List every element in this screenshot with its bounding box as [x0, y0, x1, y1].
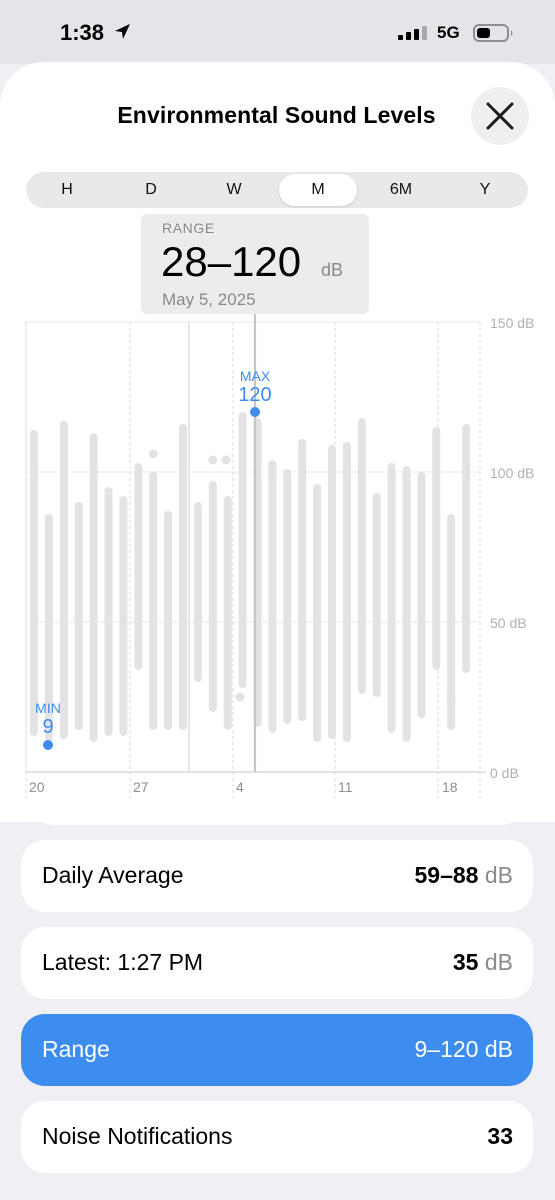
- chart-bar: [134, 463, 143, 670]
- chart-bar: [193, 502, 202, 682]
- chart-bar: [328, 445, 336, 739]
- x-tick-label: 4: [236, 779, 244, 795]
- noise-notifications-label: Noise Notifications: [42, 1123, 233, 1149]
- daily-average-value: 59–88 dB: [415, 862, 514, 889]
- tooltip-value: 28–120: [161, 238, 302, 285]
- chart-bar: [119, 496, 128, 736]
- latest-value: 35 dB: [453, 949, 513, 976]
- chart-bar: [387, 463, 396, 733]
- chart-bar: [179, 424, 187, 730]
- min-label: MIN: [35, 700, 61, 716]
- min-marker: [43, 740, 53, 750]
- max-value: 120: [238, 384, 271, 406]
- x-tick-label: 27: [133, 779, 149, 795]
- latest-number: 35: [452, 949, 479, 975]
- chart-bar: [432, 427, 441, 670]
- latest-unit: dB: [484, 949, 513, 975]
- chart-bar: [149, 472, 158, 730]
- chart-bar: [59, 421, 68, 739]
- x-tick-label: 18: [442, 779, 458, 795]
- tooltip-unit: dB: [321, 260, 344, 280]
- chart-point: [446, 692, 456, 702]
- chart-bar: [104, 487, 113, 736]
- latest-label: Latest: 1:27 PM: [42, 949, 204, 975]
- selection-tooltip: RANGE 28–120 dB May 5, 2025: [141, 214, 369, 314]
- chart-bar: [342, 442, 351, 742]
- chart-bar: [372, 493, 381, 697]
- chart-bar: [238, 412, 247, 688]
- min-value: 9: [42, 716, 53, 738]
- chart-bar: [223, 496, 232, 730]
- y-tick-label: 100 dB: [490, 465, 534, 481]
- chart-bar: [357, 418, 366, 694]
- daily-average-label: Daily Average: [42, 862, 184, 888]
- latest-row[interactable]: Latest: 1:27 PM 35 dB: [21, 927, 533, 999]
- noise-notifications-value: 33: [487, 1123, 513, 1149]
- chart-bar: [298, 439, 307, 721]
- chart-bar: [30, 430, 38, 736]
- noise-notifications-row[interactable]: Noise Notifications 33: [21, 1101, 533, 1173]
- tooltip-label: RANGE: [162, 220, 215, 236]
- chart-point: [148, 449, 158, 459]
- range-label: Range: [42, 1036, 110, 1062]
- max-marker: [250, 407, 260, 417]
- daily-average-number: 59–88: [414, 862, 479, 888]
- y-tick-label: 50 dB: [490, 615, 527, 631]
- range-row[interactable]: Range 9–120 dB: [21, 1014, 533, 1086]
- chart-bar: [164, 511, 173, 730]
- daily-average-row[interactable]: Daily Average 59–88 dB: [21, 840, 533, 912]
- sound-level-chart[interactable]: 150 dB 100 dB 50 dB 0 dB 20 27 4 11 18 MAX120 MIN9: [0, 0, 555, 820]
- chart-bar: [417, 472, 426, 718]
- daily-average-unit: dB: [484, 862, 513, 888]
- chart-point: [208, 455, 218, 465]
- chart-bar: [268, 460, 277, 733]
- x-tick-label: 11: [338, 779, 353, 795]
- chart-point: [221, 455, 231, 465]
- chart-point: [235, 692, 245, 702]
- chart-bar: [74, 502, 83, 730]
- range-value: 9–120 dB: [414, 1036, 513, 1062]
- chart-bar: [313, 484, 322, 742]
- chart-bar: [283, 469, 292, 724]
- y-tick-label: 150 dB: [490, 315, 534, 331]
- y-tick-label: 0 dB: [490, 765, 519, 781]
- chart-bar: [462, 424, 471, 673]
- tooltip-date: May 5, 2025: [162, 290, 256, 309]
- chart-bar: [402, 466, 411, 742]
- chart-bar: [89, 433, 98, 742]
- max-label: MAX: [240, 368, 271, 384]
- chart-bar: [208, 481, 217, 712]
- x-tick-label: 20: [29, 779, 45, 795]
